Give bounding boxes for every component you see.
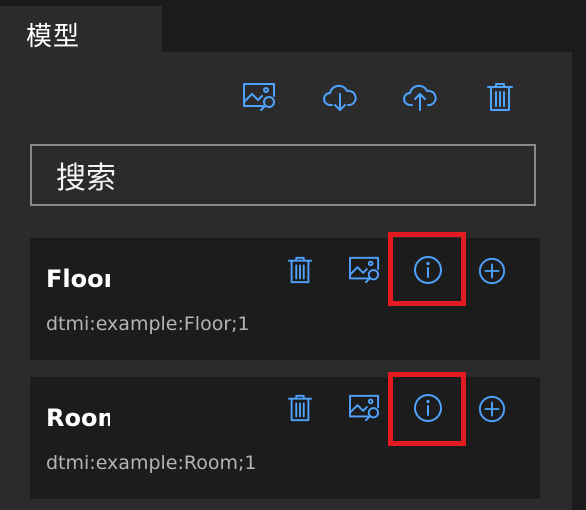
image-search-icon — [349, 394, 380, 422]
model-name: Room — [46, 404, 110, 432]
plus-circle-icon — [478, 395, 506, 423]
add-model-button[interactable] — [474, 391, 510, 427]
model-image-button[interactable] — [347, 390, 383, 426]
trash-icon — [287, 256, 313, 284]
add-model-button[interactable] — [474, 253, 510, 289]
model-card-floor[interactable]: Floor dtmi:example:Floor;1 — [30, 238, 540, 360]
search-input[interactable]: 搜索 — [30, 144, 536, 206]
model-info-button[interactable] — [410, 252, 446, 288]
model-card-room[interactable]: Room dtmi:example:Room;1 — [30, 377, 540, 499]
model-name: Floor — [46, 265, 110, 293]
delete-all-button[interactable] — [481, 78, 519, 116]
trash-icon — [487, 83, 513, 111]
cloud-upload-icon — [403, 84, 437, 111]
model-id: dtmi:example:Room;1 — [46, 452, 257, 474]
upload-button[interactable] — [401, 78, 439, 116]
trash-icon — [287, 394, 313, 422]
model-id: dtmi:example:Floor;1 — [46, 313, 250, 335]
tab-models[interactable]: 模型 — [0, 6, 162, 52]
download-button[interactable] — [321, 78, 359, 116]
search-placeholder: 搜索 — [56, 161, 116, 196]
delete-model-button[interactable] — [282, 252, 318, 288]
image-search-icon — [243, 83, 275, 111]
view-images-button[interactable] — [241, 78, 279, 116]
info-icon — [414, 256, 442, 284]
delete-model-button[interactable] — [282, 390, 318, 426]
image-search-icon — [349, 256, 380, 284]
plus-circle-icon — [478, 257, 506, 285]
top-bar-background — [162, 0, 586, 52]
info-icon — [414, 394, 442, 422]
panel-gutter — [572, 52, 586, 510]
tab-label: 模型 — [26, 22, 81, 52]
cloud-download-icon — [323, 84, 357, 111]
model-image-button[interactable] — [347, 252, 383, 288]
model-info-button[interactable] — [410, 390, 446, 426]
